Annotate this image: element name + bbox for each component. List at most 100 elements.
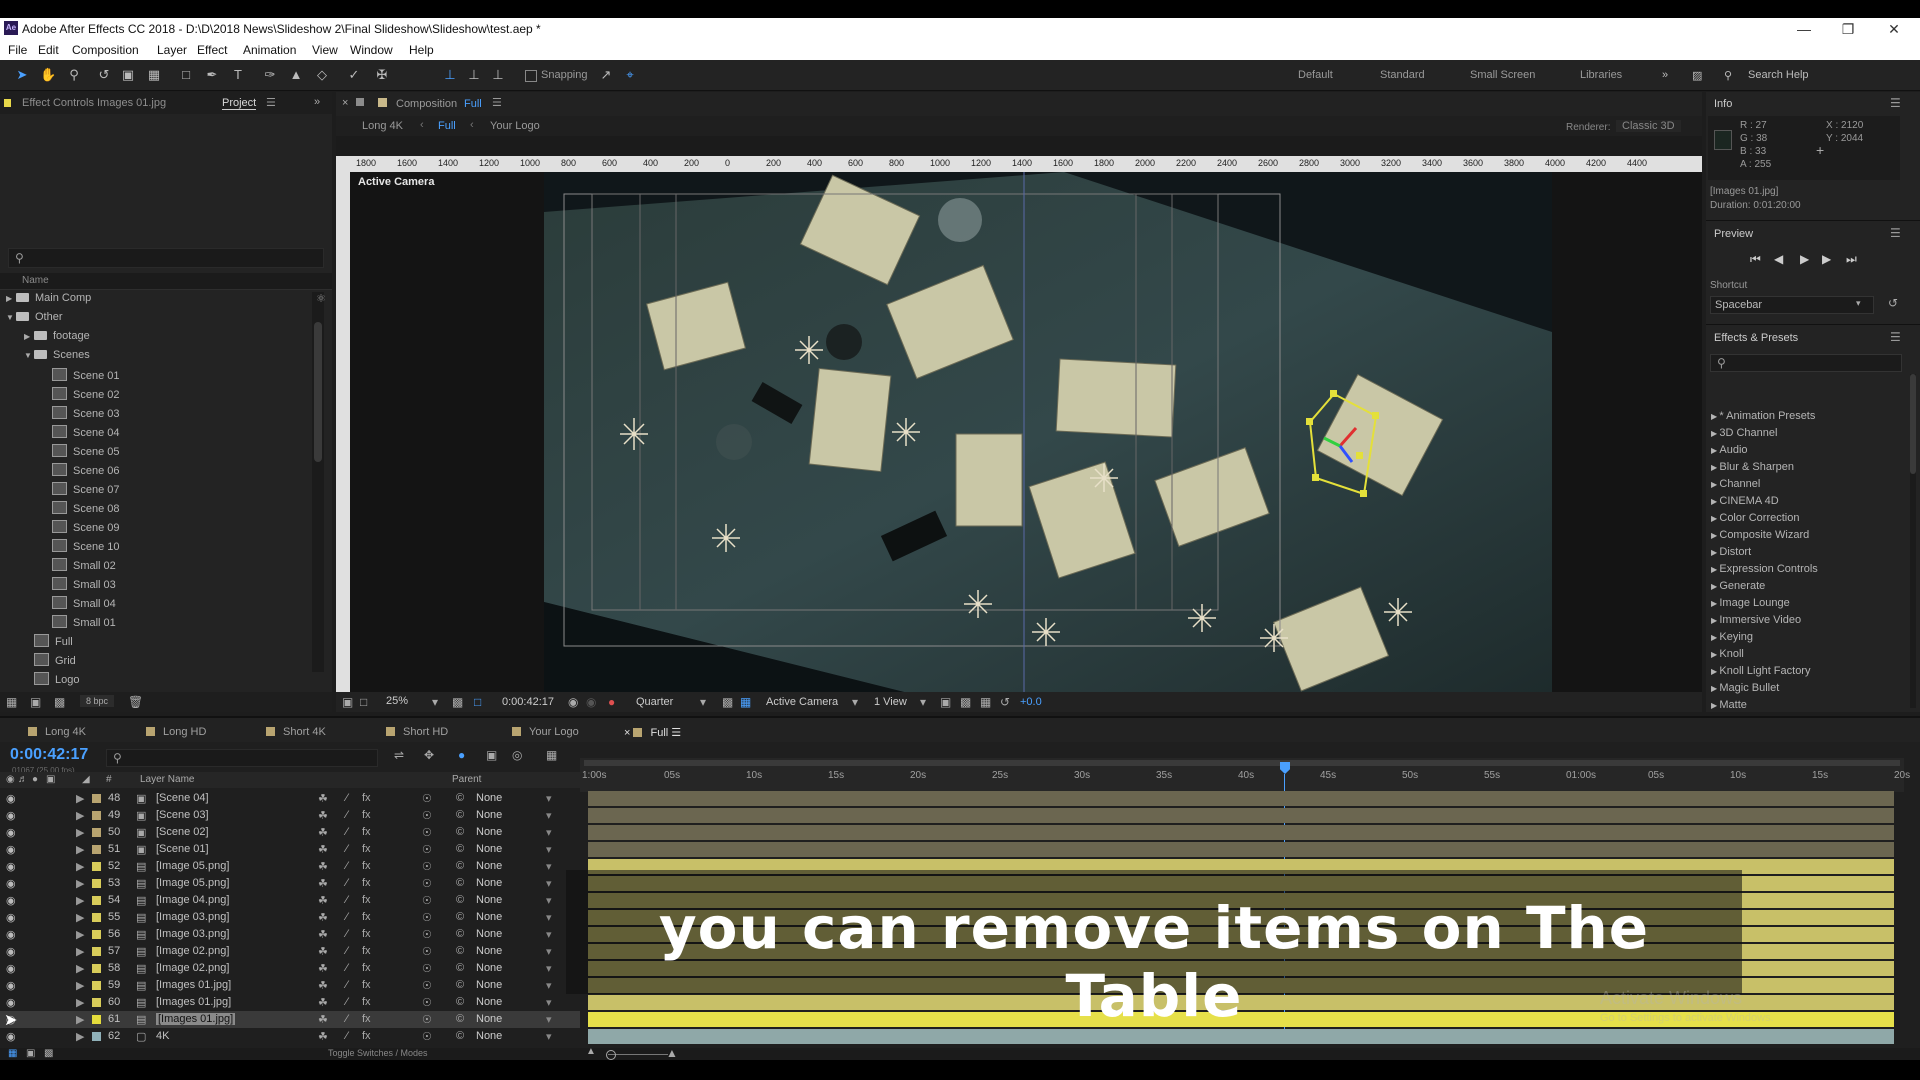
parent-pickwhip-icon[interactable]: © (456, 826, 464, 838)
effects-switch-icon[interactable]: fx (362, 843, 371, 855)
breadcrumb-long-4k[interactable]: Long 4K (362, 120, 403, 132)
project-comp-item[interactable]: Scene 07 (42, 482, 119, 500)
shy-switch-icon[interactable]: ☘ (318, 996, 328, 1009)
3d-layer-switch-icon[interactable]: ☉ (422, 843, 432, 856)
layer-row[interactable]: ◉ ▶ 52 ▤ [Image 05.png] ☘ ⁄ fx ☉ © None ▾ (0, 858, 580, 875)
hand-tool-icon[interactable]: ✋ (40, 67, 56, 83)
expand-layer-icon[interactable]: ▶ (76, 928, 84, 941)
layer-name[interactable]: [Image 05.png] (156, 860, 229, 872)
bpc-button[interactable]: 8 bpc (80, 695, 114, 707)
new-folder-icon[interactable]: ▣ (30, 695, 41, 709)
parent-dropdown[interactable]: None (476, 877, 502, 889)
shy-layers-icon[interactable]: ● (458, 748, 465, 762)
layer-name[interactable]: [Scene 02] (156, 826, 209, 838)
expand-layer-icon[interactable]: ▶ (76, 979, 84, 992)
visibility-eye-icon[interactable]: ◉ (6, 911, 16, 924)
effects-search-input[interactable]: ⚲ (1710, 354, 1902, 372)
layer-name[interactable]: [Images 01.jpg] (156, 996, 231, 1008)
label-color-swatch[interactable] (92, 1015, 101, 1024)
shy-switch-icon[interactable]: ☘ (318, 945, 328, 958)
mask-visibility-icon[interactable]: □ (474, 695, 481, 709)
local-axis-icon[interactable]: ⊥ (442, 67, 458, 83)
composition-tab-label[interactable]: Composition (396, 98, 457, 110)
comp-lock-icon[interactable] (356, 98, 364, 106)
3d-layer-switch-icon[interactable]: ☉ (422, 979, 432, 992)
quality-switch-icon[interactable]: ⁄ (346, 1013, 348, 1025)
timeline-tab[interactable]: Short 4K (266, 726, 326, 738)
interpret-footage-icon[interactable]: ▦ (6, 695, 17, 709)
layer-row[interactable]: ◉ ▶ 60 ▤ [Images 01.jpg] ☘ ⁄ fx ☉ © None ▾ (0, 994, 580, 1011)
layer-row[interactable]: ◉ ▶ 55 ▤ [Image 03.png] ☘ ⁄ fx ☉ © None ▾ (0, 909, 580, 926)
zoom-out-icon[interactable]: ▲ (586, 1046, 596, 1057)
quality-switch-icon[interactable]: ⁄ (346, 945, 348, 957)
menu-file[interactable]: File (8, 43, 27, 57)
effect-category[interactable]: ▶ Color Correction (1711, 512, 1799, 524)
parent-dropdown[interactable]: None (476, 894, 502, 906)
layer-row[interactable]: ◉ ▶ 48 ▣ [Scene 04] ☘ ⁄ fx ☉ © None ▾ (0, 790, 580, 807)
layer-duration-bar[interactable] (588, 808, 1894, 823)
transfer-controls-icon[interactable]: ▣ (26, 1048, 35, 1059)
exposure-reset-icon[interactable]: ↺ (1000, 695, 1010, 709)
play-icon[interactable]: ▶ (1800, 252, 1809, 266)
info-panel-title[interactable]: Info (1714, 98, 1732, 110)
project-comp-item[interactable]: Scene 08 (42, 501, 119, 519)
project-comp-item[interactable]: Scene 01 (42, 368, 119, 386)
effect-category[interactable]: ▶ Composite Wizard (1711, 529, 1809, 541)
zoom-in-icon[interactable]: ▲ (666, 1046, 678, 1060)
graph-editor-icon[interactable]: ▦ (546, 748, 557, 762)
visibility-eye-icon[interactable]: ◉ (6, 877, 16, 890)
visibility-eye-icon[interactable]: ◉ (6, 826, 16, 839)
workspace-libraries[interactable]: Libraries (1580, 69, 1622, 81)
renderer-dropdown[interactable]: Classic 3D (1616, 120, 1681, 132)
shy-switch-icon[interactable]: ☘ (318, 1013, 328, 1026)
toggle-pixel-aspect-icon[interactable]: ▣ (940, 695, 951, 709)
effect-category[interactable]: ▶ Image Lounge (1711, 597, 1790, 609)
shy-switch-icon[interactable]: ☘ (318, 809, 328, 822)
parent-pickwhip-icon[interactable]: © (456, 894, 464, 906)
parent-pickwhip-icon[interactable]: © (456, 996, 464, 1008)
expand-layer-icon[interactable]: ▶ (76, 860, 84, 873)
shy-switch-icon[interactable]: ☘ (318, 826, 328, 839)
parent-dropdown[interactable]: None (476, 860, 502, 872)
visibility-eye-icon[interactable]: ◉ (6, 894, 16, 907)
layer-name[interactable]: [Scene 04] (156, 792, 209, 804)
expand-layer-icon[interactable]: ▶ (76, 877, 84, 890)
visibility-eye-icon[interactable]: ◉ (6, 792, 16, 805)
expanded-triangle-icon[interactable]: ▼ (24, 351, 34, 360)
parent-dropdown[interactable]: None (476, 979, 502, 991)
effects-scrollbar[interactable] (1910, 374, 1916, 708)
zoom-slider-thumb[interactable] (606, 1050, 616, 1060)
menu-effect[interactable]: Effect (197, 43, 227, 57)
exposure-value[interactable]: +0.0 (1020, 696, 1042, 708)
visibility-eye-icon[interactable]: ◉ (6, 979, 16, 992)
menu-edit[interactable]: Edit (38, 43, 59, 57)
flowchart-icon[interactable]: ⚛ (316, 292, 326, 305)
pen-tool-icon[interactable]: ✒ (204, 67, 220, 83)
3d-layer-switch-icon[interactable]: ☉ (422, 826, 432, 839)
3d-layer-switch-icon[interactable]: ☉ (422, 996, 432, 1009)
tab-menu-icon[interactable]: ☰ (668, 727, 681, 739)
rectangle-tool-icon[interactable]: □ (178, 67, 194, 83)
delete-icon[interactable]: 🗑 (128, 695, 143, 709)
camera-tool-icon[interactable]: ▣ (120, 67, 136, 83)
quality-switch-icon[interactable]: ⁄ (346, 809, 348, 821)
parent-dropdown[interactable]: None (476, 826, 502, 838)
view-axis-icon[interactable]: ⊥ (490, 67, 506, 83)
project-search-input[interactable]: ⚲ (8, 248, 324, 268)
expand-layer-icon[interactable]: ▶ (76, 826, 84, 839)
layer-name[interactable]: [Images 01.jpg] (156, 979, 231, 991)
effect-category[interactable]: ▶ Matte (1711, 699, 1747, 711)
comp-viewer[interactable]: Active Camera (350, 172, 1702, 692)
toggle-switches-modes[interactable]: Toggle Switches / Modes (328, 1048, 428, 1058)
transparency-grid-icon[interactable]: ▦ (740, 695, 751, 709)
shortcut-dropdown[interactable]: Spacebar (1710, 296, 1874, 314)
workspace-overflow-icon[interactable]: » (1662, 69, 1668, 81)
effect-category[interactable]: ▶ Magic Bullet (1711, 682, 1779, 694)
quality-switch-icon[interactable]: ⁄ (346, 826, 348, 838)
parent-dropdown[interactable]: None (476, 843, 502, 855)
parent-dropdown[interactable]: None (476, 996, 502, 1008)
parent-pickwhip-icon[interactable]: © (456, 911, 464, 923)
3d-layer-switch-icon[interactable]: ☉ (422, 928, 432, 941)
panel-expand-icon[interactable]: » (314, 96, 320, 108)
menu-window[interactable]: Window (350, 43, 393, 57)
